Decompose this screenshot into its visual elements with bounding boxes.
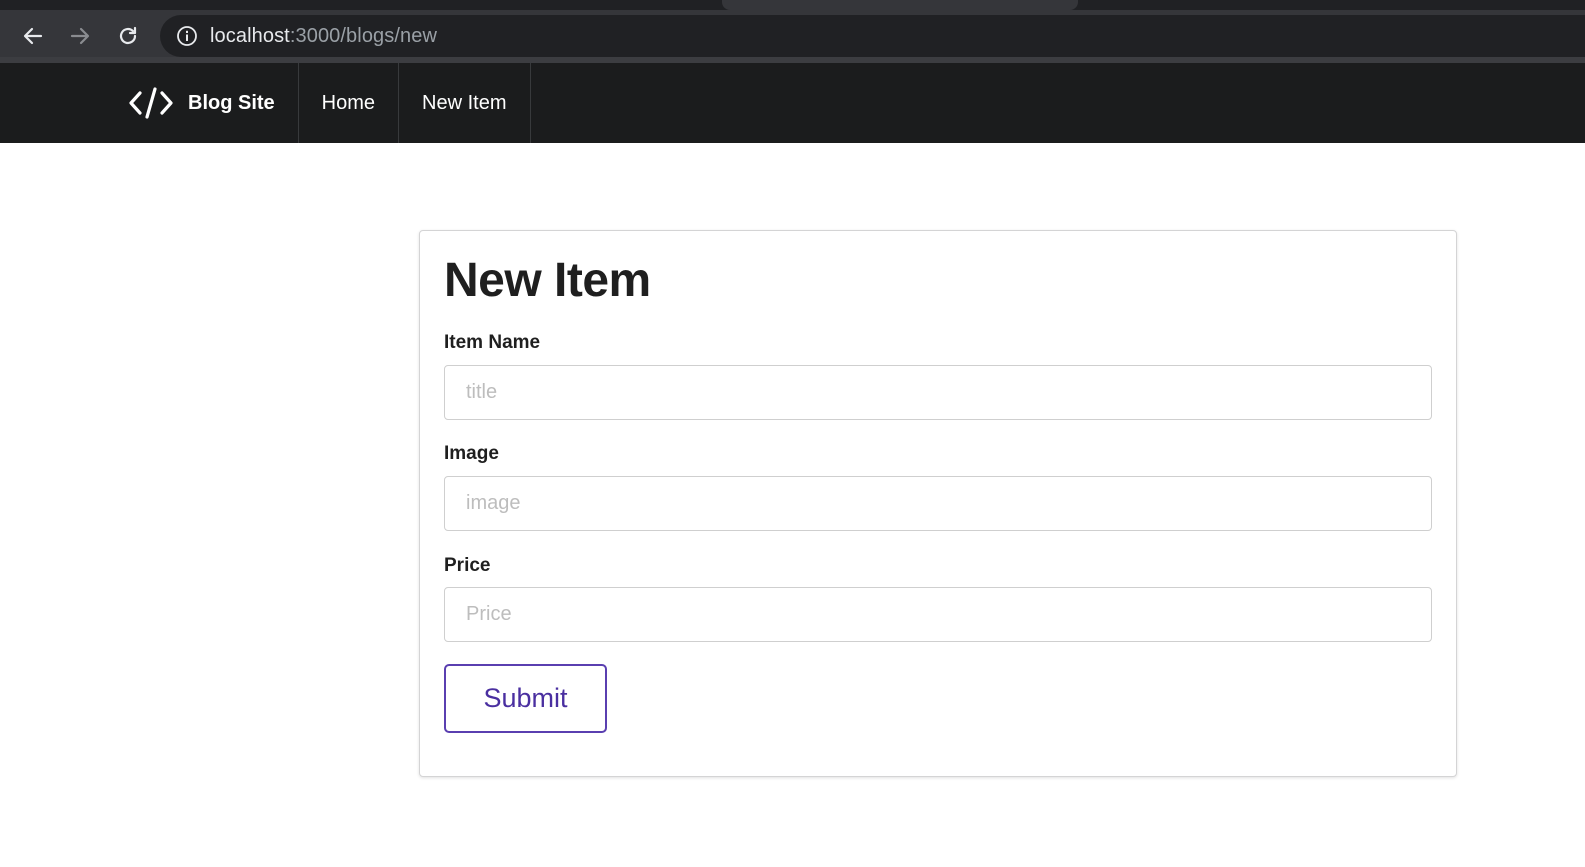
new-item-form-card: New Item Item Name Image Price Submit bbox=[419, 230, 1457, 777]
browser-toolbar: localhost:3000/blogs/new bbox=[0, 0, 1585, 63]
url-text[interactable]: localhost:3000/blogs/new bbox=[210, 25, 437, 48]
brand-link[interactable]: Blog Site bbox=[128, 63, 299, 143]
code-icon bbox=[128, 85, 174, 121]
forward-button[interactable] bbox=[62, 18, 98, 54]
nav-item-home[interactable]: Home bbox=[299, 63, 400, 143]
url-path: :3000/blogs/new bbox=[289, 24, 438, 47]
price-label: Price bbox=[444, 555, 491, 576]
image-input[interactable] bbox=[444, 476, 1432, 531]
reload-button[interactable] bbox=[110, 18, 146, 54]
back-button[interactable] bbox=[15, 18, 51, 54]
item-name-label: Item Name bbox=[444, 332, 541, 353]
submit-button[interactable]: Submit bbox=[444, 664, 607, 733]
brand-label: Blog Site bbox=[188, 91, 275, 114]
nav-item-new-item[interactable]: New Item bbox=[399, 63, 531, 143]
arrow-right-icon bbox=[68, 24, 92, 48]
item-name-input[interactable] bbox=[444, 365, 1432, 420]
image-label: Image bbox=[444, 443, 499, 464]
price-input[interactable] bbox=[444, 587, 1432, 642]
site-navbar: Blog Site Home New Item bbox=[0, 63, 1585, 143]
reload-icon bbox=[116, 24, 140, 48]
page-title: New Item bbox=[444, 254, 651, 307]
tab-strip bbox=[0, 0, 1585, 10]
address-bar[interactable]: localhost:3000/blogs/new bbox=[160, 15, 1585, 57]
active-tab[interactable] bbox=[722, 0, 1078, 10]
url-host: localhost bbox=[210, 24, 290, 47]
arrow-left-icon bbox=[21, 24, 45, 48]
info-icon[interactable] bbox=[176, 25, 198, 47]
